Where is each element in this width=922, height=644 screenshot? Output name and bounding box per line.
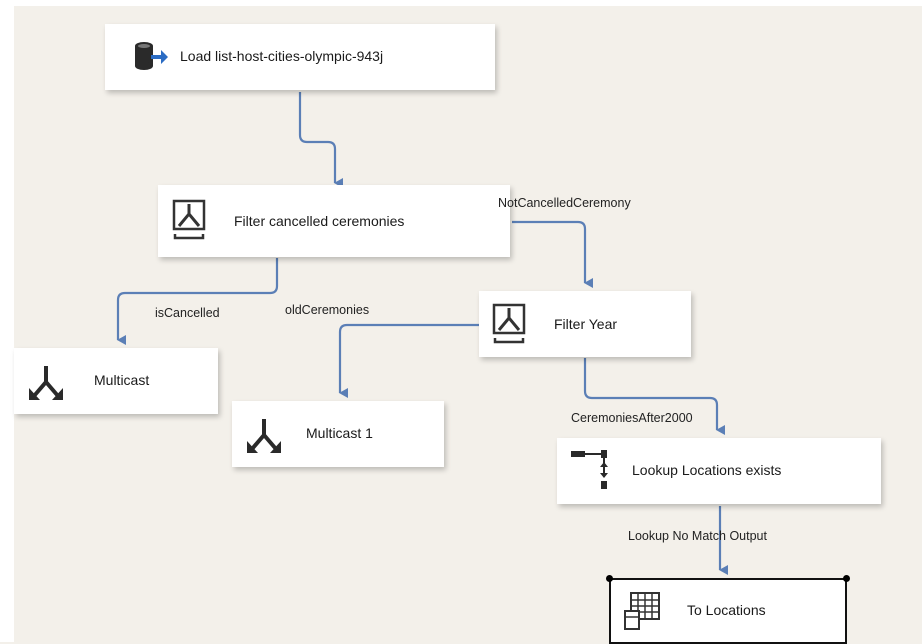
node-multicast-1[interactable]: Multicast 1 (232, 401, 444, 467)
multicast-icon (29, 366, 63, 400)
node-filter-year[interactable]: Filter Year (479, 291, 691, 357)
node-filter-cancelled[interactable]: Filter cancelled ceremonies (158, 185, 510, 257)
node-label: To Locations (687, 602, 766, 618)
node-label: Lookup Locations exists (632, 462, 782, 478)
conditional-split-icon (492, 303, 526, 344)
node-lookup[interactable]: Lookup Locations exists (557, 438, 881, 504)
multicast-icon (247, 419, 281, 453)
path-label-old-ceremonies[interactable]: oldCeremonies (285, 303, 369, 317)
node-load-source[interactable]: Load list-host-cities-olympic-943j (105, 24, 495, 90)
resize-handle[interactable] (843, 575, 850, 582)
path-not-cancelled (512, 220, 593, 288)
conditional-split-icon (172, 199, 206, 240)
node-label: Filter Year (554, 316, 618, 332)
node-label: Multicast (94, 372, 150, 388)
path-label-after-2000[interactable]: CeremoniesAfter2000 (571, 411, 693, 425)
path-is-cancelled (116, 258, 279, 345)
node-multicast[interactable]: Multicast (14, 348, 218, 414)
node-label: Filter cancelled ceremonies (234, 213, 405, 229)
node-label: Multicast 1 (306, 425, 373, 441)
lookup-icon (571, 450, 608, 489)
path-label-is-cancelled[interactable]: isCancelled (155, 306, 220, 320)
database-source-icon (135, 42, 168, 70)
data-flow-connectors (116, 92, 728, 575)
path-old-ceremonies (338, 323, 480, 398)
path-load-to-filter (298, 92, 343, 188)
node-label: Load list-host-cities-olympic-943j (180, 48, 384, 64)
node-to-locations[interactable]: To Locations (609, 578, 847, 644)
resize-handle[interactable] (606, 575, 613, 582)
path-label-lookup-no-match[interactable]: Lookup No Match Output (628, 529, 767, 543)
path-label-not-cancelled[interactable]: NotCancelledCeremony (498, 196, 631, 210)
table-destination-icon (624, 592, 660, 630)
